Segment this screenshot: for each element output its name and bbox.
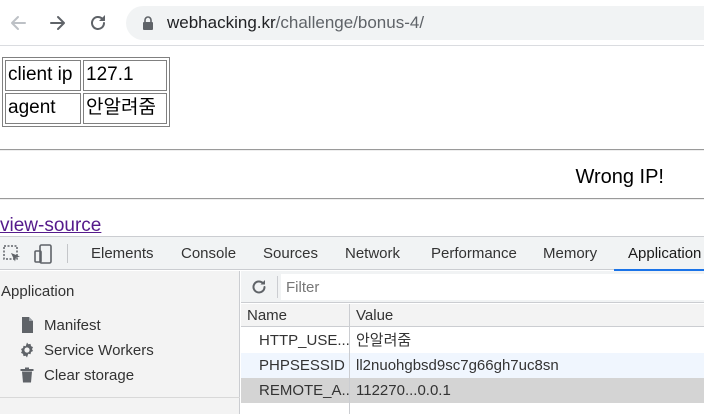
table-row: agent 안알려줌 — [5, 93, 167, 124]
tab-network[interactable]: Network — [345, 237, 400, 270]
horizontal-rule — [0, 198, 704, 200]
forward-button[interactable] — [43, 8, 73, 38]
result-message: Wrong IP! — [575, 166, 664, 188]
document-icon — [22, 317, 33, 333]
cell-name: HTTP_USE... — [259, 332, 349, 349]
devtools-tabbar: Elements Console Sources Network Perform… — [0, 237, 704, 271]
reload-icon — [91, 15, 105, 30]
inspect-element-icon[interactable] — [1, 243, 23, 265]
browser-toolbar: webhacking.kr/challenge/bonus-4/ — [0, 0, 704, 46]
filter-divider — [277, 276, 278, 298]
view-source-link[interactable]: view-source — [0, 214, 101, 238]
tab-elements[interactable]: Elements — [91, 237, 154, 270]
client-ip-value: 127.1 — [83, 60, 167, 91]
cell-value: 112270...0.0.1 — [356, 382, 451, 399]
sidebar-item-service-workers[interactable]: Service Workers — [18, 339, 154, 361]
tab-sources[interactable]: Sources — [263, 237, 318, 270]
column-header-value[interactable]: Value — [350, 304, 704, 326]
cell-value: ll2nuohgbsd9sc7g66gh7uc8sn — [356, 357, 559, 374]
sidebar-header: Application — [1, 283, 75, 300]
back-button[interactable] — [3, 8, 33, 38]
sidebar-divider — [0, 397, 240, 398]
sidebar-item-label: Manifest — [44, 316, 101, 334]
horizontal-rule — [0, 149, 704, 151]
cell-value: 안알려줌 — [356, 332, 412, 349]
refresh-icon[interactable] — [249, 277, 269, 297]
filter-input[interactable] — [281, 274, 704, 300]
tab-application[interactable]: Application — [613, 237, 704, 271]
client-ip-label: client ip — [5, 60, 81, 91]
reload-button[interactable] — [83, 8, 113, 38]
table-header: Name Value — [241, 304, 704, 327]
sidebar-item-label: Clear storage — [44, 366, 135, 384]
sidebar-item-manifest[interactable]: Manifest — [18, 314, 101, 336]
gear-icon — [21, 342, 33, 358]
info-table: client ip 127.1 agent 안알려줌 — [2, 57, 170, 127]
application-sidebar: Application Manifest Service Workers Cle… — [0, 271, 240, 414]
tab-memory[interactable]: Memory — [543, 237, 597, 270]
agent-value: 안알려줌 — [83, 93, 167, 124]
sidebar-item-label: Service Workers — [44, 341, 154, 359]
table-row[interactable]: HTTP_USE... 안알려줌 — [241, 328, 704, 353]
table-row[interactable]: PHPSESSID ll2nuohgbsd9sc7g66gh7uc8sn — [241, 353, 704, 378]
devtools-panel: Elements Console Sources Network Perform… — [0, 236, 704, 414]
trash-icon — [20, 367, 34, 383]
column-header-name[interactable]: Name — [241, 304, 349, 326]
url-text: webhacking.kr/challenge/bonus-4/ — [167, 12, 424, 34]
lock-icon — [143, 16, 153, 30]
arrow-left-icon — [11, 16, 26, 30]
address-bar[interactable]: webhacking.kr/challenge/bonus-4/ — [126, 6, 704, 40]
cell-name: PHPSESSID — [259, 357, 345, 374]
device-toolbar-icon[interactable] — [32, 243, 54, 265]
sidebar-item-clear-storage[interactable]: Clear storage — [18, 364, 134, 386]
tab-console[interactable]: Console — [181, 237, 236, 270]
column-divider[interactable] — [349, 304, 350, 414]
cell-name: REMOTE_A... — [259, 382, 349, 399]
url-host: webhacking.kr — [167, 13, 276, 32]
table-row: client ip 127.1 — [5, 60, 167, 91]
table-row-selected[interactable]: REMOTE_A... 112270...0.0.1 — [241, 378, 704, 403]
toolbar-divider — [67, 244, 68, 263]
tab-performance[interactable]: Performance — [431, 237, 517, 270]
arrow-right-icon — [50, 16, 65, 30]
filter-bar — [241, 271, 704, 303]
agent-label: agent — [5, 93, 81, 124]
storage-panel: Name Value HTTP_USE... 안알려줌 PHPSESSID ll… — [241, 271, 704, 414]
url-path: /challenge/bonus-4/ — [275, 13, 425, 32]
